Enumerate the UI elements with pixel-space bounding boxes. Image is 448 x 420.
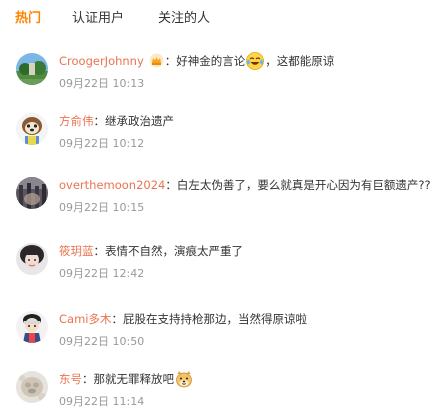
- comment-item: CroogerJohnny ：好神金的言论 ，这都能原谅 09月22日 10:13: [0, 42, 448, 102]
- colon: ：: [165, 178, 177, 192]
- avatar[interactable]: [16, 371, 48, 403]
- avatar[interactable]: [16, 113, 48, 145]
- colon: ：: [93, 244, 106, 258]
- tab-hot[interactable]: 热门: [15, 10, 41, 28]
- username-link[interactable]: Cami多木: [59, 312, 111, 326]
- avatar[interactable]: [16, 53, 48, 85]
- comment-timestamp: 09月22日 10:15: [59, 201, 145, 214]
- colon: ：: [111, 312, 123, 326]
- comment-item: 方俞伟：继承政治遗产 09月22日 10:12: [0, 102, 448, 162]
- comment-text: 继承政治遗产: [105, 114, 174, 128]
- comment-text: 屁股在支持持枪那边，当然得原谅啦: [122, 312, 307, 326]
- comment-content: Cami多木：屁股在支持持枪那边，当然得原谅啦: [59, 310, 307, 328]
- comment-item: 东号：那就无罪释放吧 09月22日 11:14: [0, 360, 448, 420]
- comment-timestamp: 09月22日 11:14: [59, 395, 145, 408]
- tab-verified-users[interactable]: 认证用户: [72, 10, 124, 28]
- tab-following[interactable]: 关注的人: [158, 10, 210, 28]
- comment-text: 好神金的言论: [176, 54, 246, 68]
- crown-badge-icon: [149, 53, 164, 68]
- comment-timestamp: 09月22日 10:13: [59, 77, 145, 90]
- comment-item: 筱玥蓝：表情不自然，演痕太严重了 09月22日 12:42: [0, 232, 448, 292]
- avatar[interactable]: [16, 311, 48, 343]
- comment-content: 筱玥蓝：表情不自然，演痕太严重了: [59, 242, 243, 260]
- colon: ：: [164, 54, 177, 68]
- username-link[interactable]: overthemoon2024: [59, 178, 165, 192]
- comment-timestamp: 09月22日 10:12: [59, 137, 145, 150]
- laughing-tears-emoji-icon: [246, 52, 265, 70]
- comment-content: 方俞伟：继承政治遗产: [59, 112, 174, 130]
- comment-timestamp: 09月22日 10:50: [59, 335, 145, 348]
- username-link[interactable]: 筱玥蓝: [59, 244, 94, 258]
- comment-item: Cami多木：屁股在支持持枪那边，当然得原谅啦 09月22日 10:50: [0, 300, 448, 360]
- comment-filter-tabs: 热门 认证用户 关注的人: [0, 0, 448, 38]
- avatar[interactable]: [16, 177, 48, 209]
- comment-item: overthemoon2024：白左太伪善了，要么就真是开心因为有巨额遗产?? …: [0, 166, 448, 226]
- comment-text: 那就无罪释放吧: [93, 372, 175, 386]
- comment-content: 东号：那就无罪释放吧: [59, 370, 194, 388]
- comment-content: CroogerJohnny ：好神金的言论 ，这都能原谅: [59, 52, 334, 70]
- colon: ：: [82, 372, 94, 386]
- comment-text: 表情不自然，演痕太严重了: [105, 244, 243, 258]
- username-link[interactable]: CroogerJohnny: [59, 54, 144, 68]
- comment-text: 白左太伪善了，要么就真是开心因为有巨额遗产??: [176, 178, 431, 192]
- comment-timestamp: 09月22日 12:42: [59, 267, 145, 280]
- avatar[interactable]: [16, 243, 48, 275]
- colon: ：: [93, 114, 106, 128]
- username-link[interactable]: 东号: [59, 372, 82, 386]
- comment-text-continued: ，这都能原谅: [265, 54, 335, 68]
- comment-content: overthemoon2024：白左太伪善了，要么就真是开心因为有巨额遗产??: [59, 176, 431, 194]
- username-link[interactable]: 方俞伟: [59, 114, 94, 128]
- doge-emoji-icon: [175, 370, 193, 388]
